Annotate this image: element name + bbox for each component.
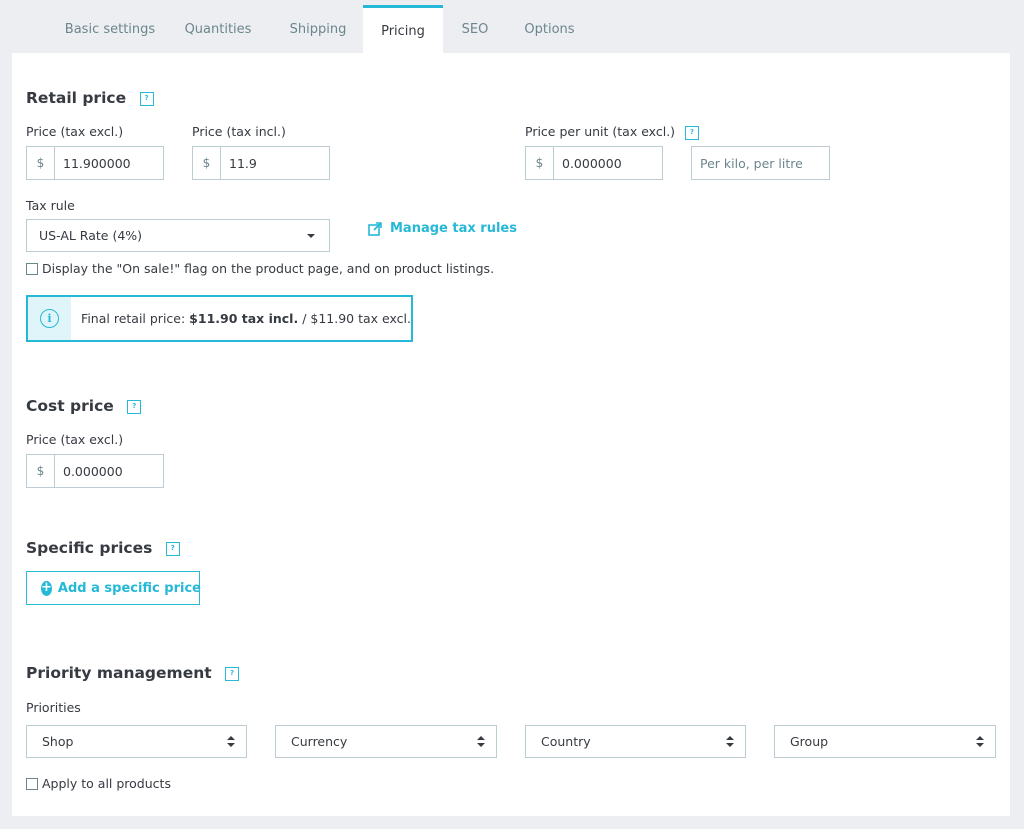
priority-select-value: Country — [541, 734, 591, 749]
price-excl-label: Price (tax excl.) — [26, 124, 124, 139]
info-icon-box: i — [28, 297, 72, 340]
tab-bar: Basic settings Quantities Shipping Prici… — [12, 0, 1010, 53]
price-incl-label: Price (tax incl.) — [192, 124, 286, 139]
manage-tax-rules-text: Manage tax rules — [390, 221, 517, 236]
priority-heading: Priority management ? — [26, 664, 240, 682]
help-icon[interactable]: ? — [165, 541, 180, 556]
help-icon[interactable]: ? — [685, 125, 700, 140]
final-price-prefix: Final retail price: — [81, 311, 190, 326]
apply-all-label: Apply to all products — [42, 776, 171, 791]
unit-input[interactable]: Per kilo, per litre — [691, 146, 830, 180]
currency-addon: $ — [193, 147, 221, 179]
unit-price-value[interactable]: 0.000000 — [554, 147, 662, 179]
priorities-label: Priorities — [26, 700, 81, 715]
chevron-down-icon — [307, 234, 315, 238]
tab-label: Quantities — [184, 22, 252, 37]
retail-price-heading: Retail price ? — [26, 89, 154, 107]
manage-tax-rules-link[interactable]: Manage tax rules — [368, 221, 517, 236]
on-sale-checkbox[interactable] — [26, 262, 38, 275]
retail-price-title: Retail price — [26, 89, 127, 107]
add-specific-price-label: Add a specific price — [57, 580, 201, 596]
help-icon[interactable]: ? — [139, 91, 154, 106]
price-incl-input[interactable]: $ 11.9 — [192, 146, 330, 180]
sort-arrows-icon — [726, 736, 734, 748]
sort-arrows-icon — [477, 736, 485, 748]
cost-price-input[interactable]: $ 0.000000 — [26, 454, 164, 488]
priority-select-3[interactable]: Country — [525, 725, 746, 758]
priority-select-value: Currency — [291, 734, 348, 749]
help-icon[interactable]: ? — [225, 666, 240, 681]
priority-select-4[interactable]: Group — [774, 725, 996, 758]
external-link-icon — [368, 221, 382, 236]
unit-price-input[interactable]: $ 0.000000 — [525, 146, 663, 180]
tab-label: SEO — [461, 22, 489, 37]
pricing-panel: Retail price ? Price (tax excl.) $ 11.90… — [12, 53, 1010, 816]
apply-all-checkbox[interactable] — [26, 777, 38, 790]
tax-rule-select[interactable]: US-AL Rate (4%) — [26, 219, 330, 252]
apply-all-row: Apply to all products — [26, 776, 171, 791]
final-price-incl: $11.90 tax incl. — [189, 311, 299, 326]
priority-select-value: Group — [790, 734, 829, 749]
cost-price-heading: Cost price ? — [26, 397, 142, 415]
tab-seo[interactable]: SEO — [450, 0, 500, 53]
unit-price-label-text: Price per unit (tax excl.) — [525, 124, 676, 139]
price-excl-value[interactable]: 11.900000 — [55, 147, 163, 179]
tab-quantities[interactable]: Quantities — [176, 0, 260, 53]
tab-options[interactable]: Options — [512, 0, 587, 53]
plus-circle-icon: + — [41, 579, 52, 596]
info-icon: i — [40, 309, 60, 328]
tab-basic-settings[interactable]: Basic settings — [50, 0, 170, 53]
add-specific-price-button[interactable]: + Add a specific price — [26, 571, 201, 605]
tab-pricing[interactable]: Pricing — [363, 5, 443, 53]
tab-label: Options — [524, 22, 575, 37]
tab-label: Shipping — [289, 22, 347, 37]
cost-price-value[interactable]: 0.000000 — [55, 455, 163, 487]
tab-shipping[interactable]: Shipping — [278, 0, 358, 53]
currency-addon: $ — [526, 147, 554, 179]
currency-addon: $ — [27, 147, 55, 179]
cost-price-label: Price (tax excl.) — [26, 432, 124, 447]
price-excl-input[interactable]: $ 11.900000 — [26, 146, 164, 180]
tax-rule-label: Tax rule — [26, 198, 75, 213]
price-incl-value[interactable]: 11.9 — [221, 147, 329, 179]
tab-label: Pricing — [381, 24, 425, 39]
tab-label: Basic settings — [64, 22, 156, 37]
unit-price-label: Price per unit (tax excl.) ? — [525, 124, 700, 140]
currency-addon: $ — [27, 455, 55, 487]
priority-title: Priority management — [26, 664, 212, 682]
final-price-text: Final retail price: $11.90 tax incl. / $… — [71, 297, 411, 340]
final-price-alert: i Final retail price: $11.90 tax incl. /… — [26, 295, 413, 342]
tax-rule-value: US-AL Rate (4%) — [39, 228, 143, 243]
sort-arrows-icon — [976, 736, 984, 748]
unit-placeholder[interactable]: Per kilo, per litre — [692, 147, 829, 179]
on-sale-row: Display the "On sale!" flag on the produ… — [26, 261, 494, 276]
priority-select-2[interactable]: Currency — [275, 725, 497, 758]
priority-select-value: Shop — [42, 734, 74, 749]
on-sale-label: Display the "On sale!" flag on the produ… — [42, 261, 495, 276]
priority-select-1[interactable]: Shop — [26, 725, 247, 758]
specific-prices-title: Specific prices — [26, 539, 153, 557]
sort-arrows-icon — [227, 736, 235, 748]
specific-prices-heading: Specific prices ? — [26, 539, 180, 557]
final-price-excl: / $11.90 tax excl. — [298, 311, 411, 326]
help-icon[interactable]: ? — [127, 399, 142, 414]
cost-price-title: Cost price — [26, 397, 114, 415]
